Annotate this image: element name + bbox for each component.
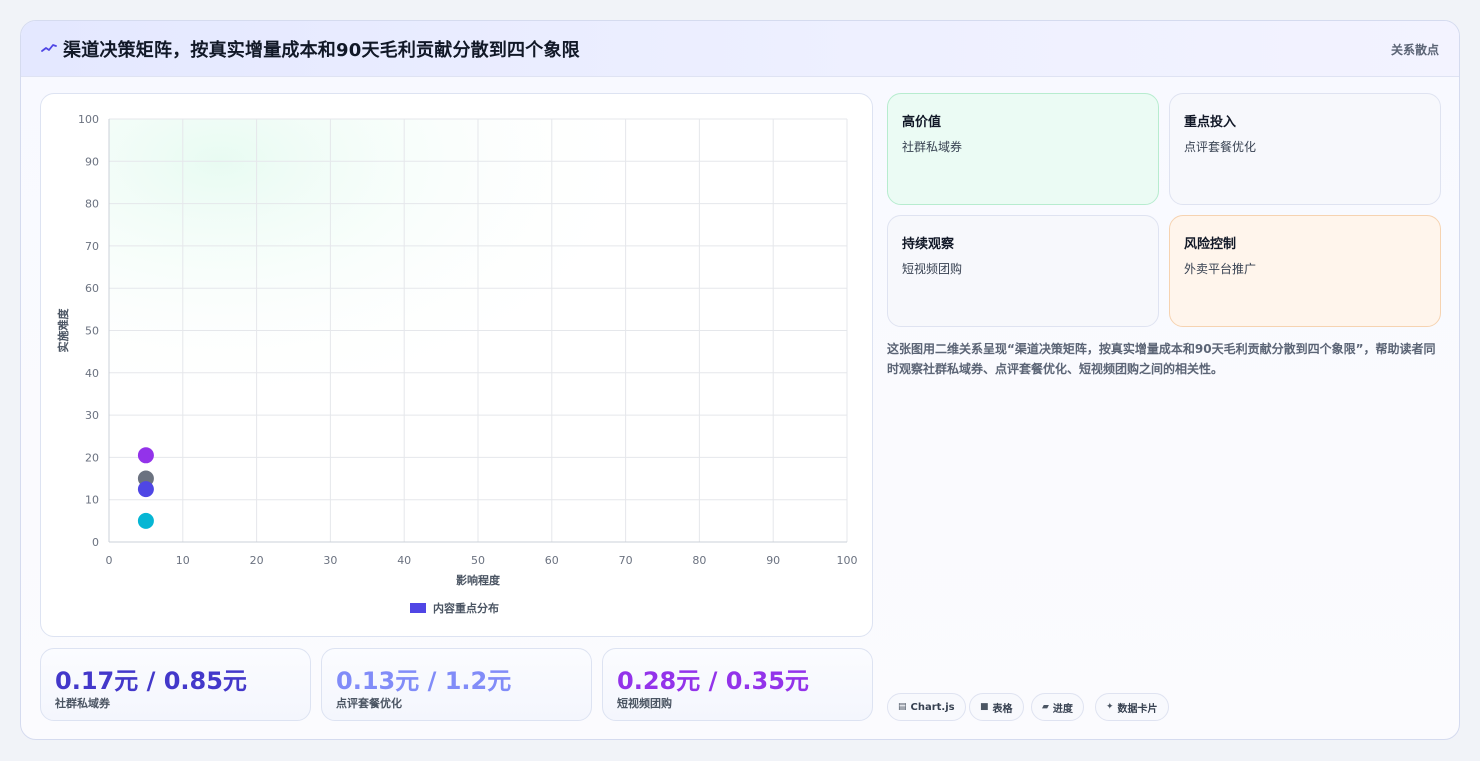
metric-label: 社群私域券 — [55, 697, 110, 710]
x-tick-label: 30 — [323, 554, 337, 567]
quadrant-title: 高价值 — [902, 115, 942, 130]
tag-label: 数据卡片 — [1117, 703, 1158, 715]
quadrant-item: 点评套餐优化 — [1184, 140, 1257, 154]
legend-swatch — [410, 603, 426, 613]
quadrant-high-value: 高价值 社群私域券 — [887, 93, 1159, 205]
trend-icon — [41, 44, 57, 52]
y-tick-label: 60 — [85, 282, 99, 295]
y-tick-label: 80 — [85, 198, 99, 211]
progress-icon: ▰ — [1042, 702, 1049, 712]
chart-description: 这张图用二维关系呈现“渠道决策矩阵，按真实增量成本和90天毛利贡献分散到四个象限… — [887, 342, 1436, 376]
y-tick-label: 20 — [85, 451, 99, 464]
x-tick-label: 40 — [397, 554, 411, 567]
quadrant-title: 风险控制 — [1184, 237, 1237, 252]
data-point — [137, 447, 154, 464]
y-tick-label: 10 — [85, 494, 99, 507]
x-tick-label: 90 — [766, 554, 780, 567]
scatter-chart-panel: 0 10 20 30 40 50 60 70 80 90 100 0 10 20 30 40 50 60 70 80 9… — [40, 93, 873, 637]
x-tick-label: 60 — [545, 554, 559, 567]
chart-card: 渠道决策矩阵，按真实增量成本和90天毛利贡献分散到四个象限 关系散点 0 10 20… — [20, 20, 1460, 740]
y-tick-label: 30 — [85, 409, 99, 422]
x-tick-label: 0 — [106, 554, 113, 567]
metric-card-review: 0.13元 / 1.2元 点评套餐优化 — [321, 648, 592, 721]
tag-label: 进度 — [1052, 703, 1073, 715]
data-point — [137, 512, 154, 529]
y-tick-label: 90 — [85, 155, 99, 168]
x-tick-label: 10 — [176, 554, 190, 567]
quadrant-item: 短视频团购 — [902, 262, 963, 276]
tag-table[interactable]: ■ 表格 — [969, 693, 1024, 721]
y-tick-label: 100 — [78, 113, 99, 126]
metric-value: 0.17元 / 0.85元 — [55, 667, 247, 695]
chart-type-label: 关系散点 — [1390, 43, 1439, 57]
metric-label: 短视频团购 — [617, 697, 672, 710]
quadrant-item: 社群私域券 — [902, 140, 963, 154]
data-point — [137, 481, 154, 498]
x-axis-title: 影响程度 — [456, 573, 501, 587]
y-axis-title: 实施难度 — [56, 308, 70, 353]
metric-value: 0.13元 / 1.2元 — [336, 667, 512, 695]
quadrant-item: 外卖平台推广 — [1184, 262, 1257, 276]
chart-icon: ▤ — [898, 702, 907, 712]
x-tick-label: 20 — [250, 554, 264, 567]
metric-label: 点评套餐优化 — [336, 697, 402, 710]
tag-label: 表格 — [992, 703, 1013, 715]
tag-progress[interactable]: ▰ 进度 — [1031, 693, 1084, 721]
x-tick-label: 100 — [837, 554, 858, 567]
tag-label: Chart.js — [910, 701, 955, 713]
y-tick-label: 40 — [85, 367, 99, 380]
quadrant-title: 持续观察 — [902, 237, 955, 252]
tag-chartjs[interactable]: ▤ Chart.js — [887, 693, 966, 721]
y-tick-label: 70 — [85, 240, 99, 253]
y-tick-label: 50 — [85, 325, 99, 338]
x-tick-label: 70 — [619, 554, 633, 567]
scatter-chart: 0 10 20 30 40 50 60 70 80 90 100 0 10 20 30 40 50 60 70 80 9… — [56, 113, 858, 615]
table-icon: ■ — [980, 702, 989, 712]
data-card-icon: ✦ — [1106, 702, 1114, 712]
tag-data-card[interactable]: ✦ 数据卡片 — [1095, 693, 1169, 721]
legend-label: 内容重点分布 — [433, 601, 499, 615]
quadrant-risk-control: 风险控制 外卖平台推广 — [1169, 215, 1441, 327]
metric-value: 0.28元 / 0.35元 — [617, 667, 809, 695]
quadrant-key-investment: 重点投入 点评套餐优化 — [1169, 93, 1441, 205]
metric-card-community: 0.17元 / 0.85元 社群私域券 — [40, 648, 311, 721]
y-tick-label: 0 — [92, 536, 99, 549]
page-title: 渠道决策矩阵，按真实增量成本和90天毛利贡献分散到四个象限 — [63, 40, 580, 61]
metric-card-video: 0.28元 / 0.35元 短视频团购 — [602, 648, 873, 721]
card-header: 渠道决策矩阵，按真实增量成本和90天毛利贡献分散到四个象限 关系散点 — [21, 21, 1459, 77]
quadrant-observe: 持续观察 短视频团购 — [887, 215, 1159, 327]
quadrant-title: 重点投入 — [1184, 115, 1237, 130]
x-tick-label: 80 — [692, 554, 706, 567]
x-tick-label: 50 — [471, 554, 485, 567]
